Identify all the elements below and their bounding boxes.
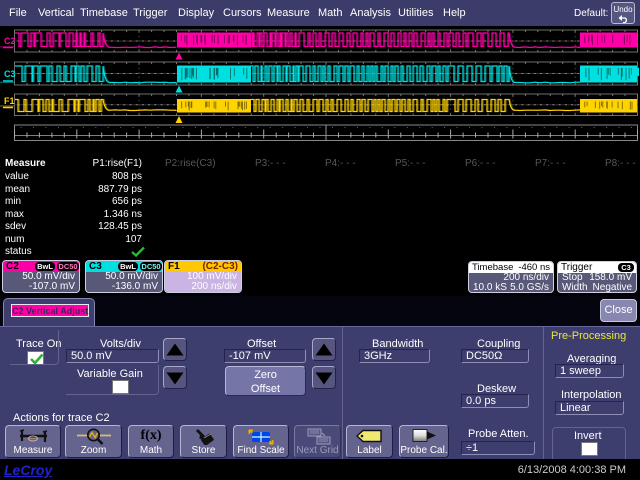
svg-text:C3: C3	[4, 69, 16, 79]
svg-text:C2: C2	[4, 36, 16, 46]
svg-text:F1: F1	[4, 96, 15, 106]
